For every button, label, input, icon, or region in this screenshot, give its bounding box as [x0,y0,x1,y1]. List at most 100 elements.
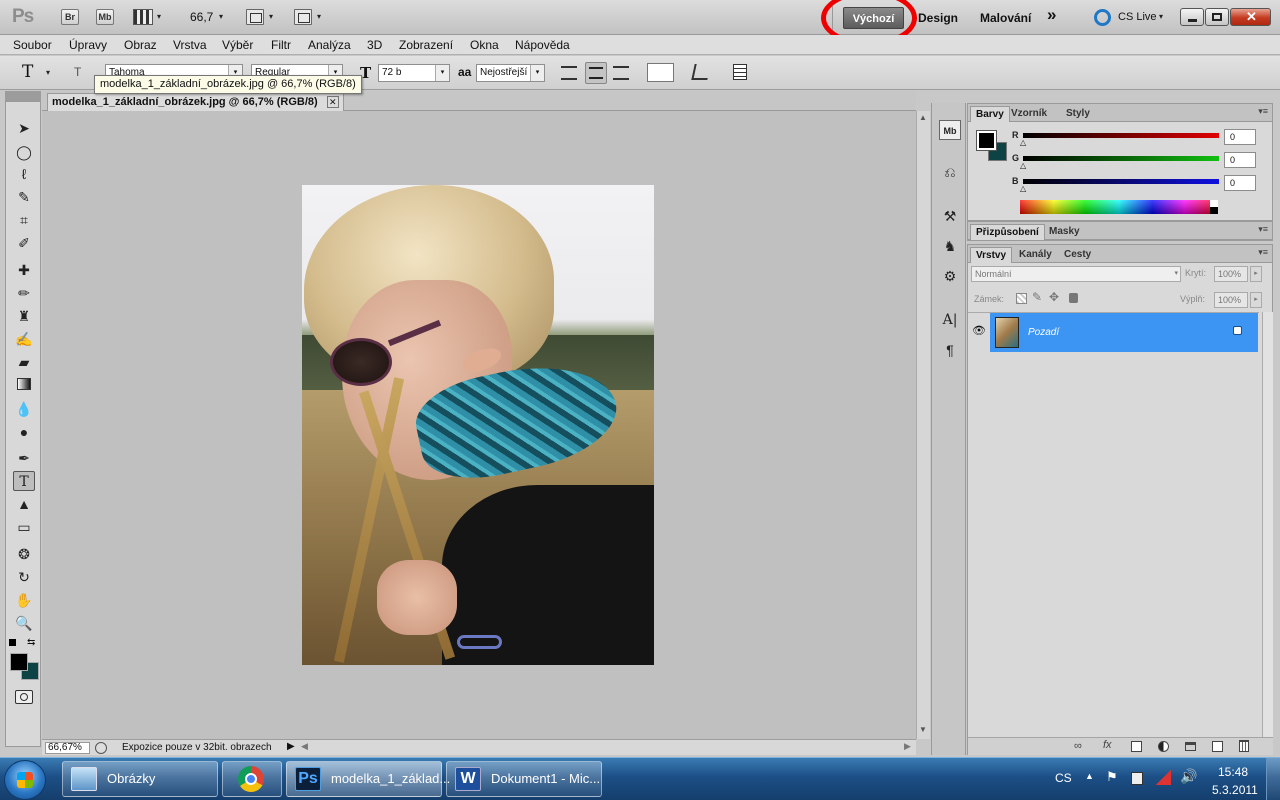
tab-adjustments[interactable]: Přizpůsobení [970,224,1045,240]
paragraph-panel-icon[interactable]: ¶ [939,340,961,360]
mini-bridge-button[interactable]: Mb [96,9,114,25]
taskbar-item-obrazky[interactable]: Obrázky [62,761,218,797]
healing-brush-tool-icon[interactable]: ✚ [13,260,35,280]
layers-scrollbar[interactable] [1262,312,1273,737]
brush-tool-icon[interactable]: ✏ [13,283,35,303]
hand-tool-icon[interactable]: ✋ [13,590,35,610]
document-tab[interactable]: modelka_1_základní_obrázek.jpg @ 66,7% (… [47,93,344,111]
3d-rotate-tool-icon[interactable]: ❂ [13,544,35,564]
clock-time[interactable]: 15:48 [1218,765,1248,779]
layer-visibility-eye-icon[interactable]: 👁 [971,323,987,339]
crop-tool-icon[interactable]: ⌗ [13,210,35,230]
adjustments-panel-menu-icon[interactable]: ▾≡ [1258,224,1268,235]
volume-icon[interactable]: 🔊 [1180,768,1197,785]
tab-layers[interactable]: Vrstvy [970,247,1013,263]
clone-stamp-tool-icon[interactable]: ♜ [13,306,35,326]
language-indicator[interactable]: CS [1055,771,1072,785]
blend-mode-select[interactable]: Normální ▾ [971,266,1181,282]
taskbar-item-photoshop[interactable]: Ps modelka_1_základ... [286,761,450,797]
clock-date[interactable]: 5.3.2011 [1212,783,1258,797]
spectrum-black-swatch[interactable] [1210,207,1218,214]
cs-live-button[interactable]: CS Live [1118,11,1157,23]
photo-canvas[interactable] [302,185,654,665]
arrange-dropdown[interactable]: ▾ [269,12,273,21]
tab-color[interactable]: Barvy [970,106,1010,122]
mini-bridge-panel-icon[interactable]: Mb [939,120,961,140]
character-panel-icon[interactable]: A| [939,310,961,330]
green-channel-value[interactable]: 0 [1224,152,1256,168]
blue-channel-slider[interactable] [1023,179,1219,184]
align-center-button[interactable] [585,62,607,84]
zoom-dropdown[interactable]: ▾ [219,12,223,21]
tab-styles[interactable]: Styly [1061,106,1095,122]
red-channel-slider[interactable] [1023,133,1219,138]
red-channel-value[interactable]: 0 [1224,129,1256,145]
show-desktop-button[interactable] [1266,758,1280,800]
history-panel-icon[interactable]: ⎌ [939,162,961,182]
layers-panel-menu-icon[interactable]: ▾≡ [1258,247,1268,258]
tool-preset-text-icon[interactable]: T [22,62,33,82]
dodge-tool-icon[interactable]: ● [13,422,35,442]
start-button[interactable] [4,760,46,800]
align-left-icon[interactable] [561,66,577,80]
fill-field[interactable]: 100% [1214,292,1248,308]
menu-file[interactable]: Soubor [13,38,52,52]
default-colors-icon[interactable] [9,639,16,646]
color-panel-menu-icon[interactable]: ▾≡ [1258,106,1268,117]
menu-view[interactable]: Zobrazení [399,38,453,52]
text-orientation-icon[interactable]: T [74,65,81,79]
foreground-color-swatch[interactable] [976,130,997,151]
scroll-down-arrow-icon[interactable]: ▼ [919,725,927,734]
menu-3d[interactable]: 3D [367,38,382,52]
menu-help[interactable]: Nápověda [515,38,570,52]
marquee-tool-icon[interactable]: ◯ [13,142,35,162]
menu-edit[interactable]: Úpravy [69,38,107,52]
show-hidden-icons-icon[interactable]: ▲ [1085,771,1094,781]
cs-live-dropdown[interactable]: ▾ [1159,12,1163,21]
tab-masks[interactable]: Masky [1044,224,1085,240]
scroll-up-arrow-icon[interactable]: ▲ [919,113,927,122]
workspace-painting-button[interactable]: Malování [980,7,1031,29]
font-size-select[interactable]: 72 b ▾ [378,64,450,82]
status-info-icon[interactable] [95,742,107,754]
action-center-flag-icon[interactable]: ⚑ [1106,769,1118,785]
opacity-slider-icon[interactable]: ▸ [1250,266,1262,282]
adjustment-layer-icon[interactable] [1158,741,1169,752]
quick-mask-icon[interactable] [15,690,33,704]
fill-slider-icon[interactable]: ▸ [1250,292,1262,308]
layer-style-icon[interactable]: fx [1103,739,1112,751]
new-group-icon[interactable] [1185,742,1196,751]
minimize-button[interactable] [1180,8,1204,26]
green-slider-handle-icon[interactable]: △ [1020,161,1026,170]
bridge-button[interactable]: Br [61,9,79,25]
eyedropper-tool-icon[interactable]: ✐ [13,233,35,253]
antialias-select[interactable]: Nejostřejší ▾ [476,64,545,82]
menu-window[interactable]: Okna [470,38,499,52]
type-tool-icon[interactable]: T [13,471,35,491]
power-icon[interactable] [1131,772,1143,785]
taskbar-item-word[interactable]: W Dokument1 - Mic... [446,761,602,797]
brush-presets-panel-icon[interactable]: ⚒ [939,206,961,226]
taskbar-item-chrome[interactable] [222,761,282,797]
rectangle-tool-icon[interactable]: ▭ [13,517,35,537]
scroll-right-arrow-icon[interactable]: ▶ [904,741,911,752]
align-right-icon[interactable] [613,66,629,80]
character-panel-icon[interactable] [733,64,747,80]
zoom-level[interactable]: 66,7 [190,10,213,24]
history-brush-tool-icon[interactable]: ✍ [13,329,35,349]
link-layers-icon[interactable]: ∞ [1074,740,1082,752]
document-close-icon[interactable]: ✕ [326,96,339,108]
menu-layer[interactable]: Vrstva [173,38,207,52]
scroll-left-arrow-icon[interactable]: ◀ [301,741,308,752]
arrange-documents-icon[interactable] [246,9,264,25]
tools-panel-header[interactable] [5,91,41,101]
blue-slider-handle-icon[interactable]: △ [1020,184,1026,193]
swap-colors-icon[interactable]: ⇆ [27,637,35,648]
more-workspaces-button[interactable]: » [1047,4,1056,26]
tab-paths[interactable]: Cesty [1059,247,1096,263]
foreground-color-swatch[interactable] [10,653,28,671]
view-extras-icon[interactable] [133,9,153,25]
tab-swatches[interactable]: Vzorník [1006,106,1052,122]
layer-row[interactable]: 👁 Pozadí [968,312,1259,352]
opacity-field[interactable]: 100% [1214,266,1248,282]
